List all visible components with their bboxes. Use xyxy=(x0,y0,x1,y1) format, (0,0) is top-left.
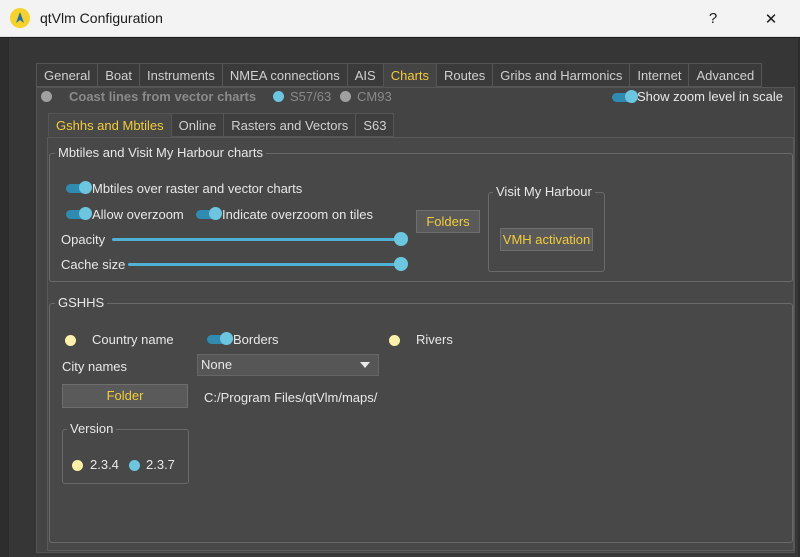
folder-path: C:/Program Files/qtVlm/maps/ xyxy=(204,390,378,405)
s5763-radio[interactable] xyxy=(273,88,284,103)
version-radio-234[interactable] xyxy=(72,457,83,472)
version-radio-237-dot xyxy=(129,460,140,472)
tab-boat[interactable]: Boat xyxy=(97,63,139,87)
qtvlm-app-icon xyxy=(10,8,30,28)
coast-lines-label: Coast lines from vector charts xyxy=(69,89,257,104)
opacity-slider-handle[interactable] xyxy=(394,232,408,246)
vmh-group: Visit My Harbour VMH activation xyxy=(488,184,605,272)
city-names-label: City names xyxy=(62,359,128,374)
tab-gribs-and-harmonics[interactable]: Gribs and Harmonics xyxy=(492,63,630,87)
cache-size-slider-handle[interactable] xyxy=(394,257,408,271)
indicate-overzoom-toggle[interactable] xyxy=(196,206,222,221)
dialog-body: General Boat Instruments NMEA connection… xyxy=(0,38,800,557)
dialog-inner: General Boat Instruments NMEA connection… xyxy=(8,38,798,557)
tab-nmea-connections[interactable]: NMEA connections xyxy=(221,63,347,87)
version-label-237: 2.3.7 xyxy=(146,457,175,472)
mbtiles-over-raster-toggle[interactable] xyxy=(66,180,92,195)
rivers-radio-dot xyxy=(389,335,400,347)
borders-toggle[interactable] xyxy=(207,331,233,346)
cm93-radio[interactable] xyxy=(340,88,351,103)
mbtiles-group-title: Mbtiles and Visit My Harbour charts xyxy=(55,145,266,160)
opacity-slider[interactable] xyxy=(112,238,402,241)
tab-ais[interactable]: AIS xyxy=(346,63,383,87)
mbtiles-over-raster-label: Mbtiles over raster and vector charts xyxy=(92,181,303,196)
mbtiles-group: Mbtiles and Visit My Harbour charts Mbti… xyxy=(49,145,793,282)
indicate-overzoom-toggle-switch xyxy=(196,207,222,221)
help-button[interactable]: ? xyxy=(690,0,736,37)
city-names-value: None xyxy=(201,357,233,372)
cm93-radio-dot xyxy=(340,91,351,103)
gshhs-group: GSHHS Country name Borders Rivers City n… xyxy=(49,295,793,543)
window-title: qtVlm Configuration xyxy=(40,10,163,26)
main-tab-bar: General Boat Instruments NMEA connection… xyxy=(36,63,763,87)
allow-overzoom-label: Allow overzoom xyxy=(92,207,184,222)
version-label-234: 2.3.4 xyxy=(90,457,119,472)
version-group-title: Version xyxy=(67,421,117,436)
chevron-down-icon xyxy=(360,362,370,368)
mbtiles-over-raster-toggle-switch xyxy=(66,181,92,195)
s5763-radio-dot xyxy=(273,91,284,103)
country-name-label: Country name xyxy=(92,332,174,347)
version-radio-237[interactable] xyxy=(129,457,140,472)
indicate-overzoom-label: Indicate overzoom on tiles xyxy=(222,207,374,222)
charts-sub-tab-bar: Gshhs and Mbtiles Online Rasters and Vec… xyxy=(48,113,395,137)
borders-toggle-switch xyxy=(207,332,233,346)
cache-size-slider[interactable] xyxy=(128,263,402,266)
allow-overzoom-toggle-switch xyxy=(66,207,92,221)
close-button[interactable]: ✕ xyxy=(748,0,794,37)
city-names-select[interactable]: None xyxy=(197,354,379,376)
coast-lines-radio-dot xyxy=(41,91,52,103)
borders-label: Borders xyxy=(233,332,279,347)
tab-advanced[interactable]: Advanced xyxy=(688,63,763,87)
charts-page: Coast lines from vector charts S57/63 CM… xyxy=(36,87,795,553)
tab-instruments[interactable]: Instruments xyxy=(139,63,222,87)
subtab-s63[interactable]: S63 xyxy=(355,113,395,137)
coast-lines-radio[interactable] xyxy=(41,88,52,103)
folders-button[interactable]: Folders xyxy=(416,210,480,233)
rivers-label: Rivers xyxy=(416,332,453,347)
tab-internet[interactable]: Internet xyxy=(629,63,689,87)
subtab-online[interactable]: Online xyxy=(170,113,224,137)
cm93-label: CM93 xyxy=(357,89,392,104)
vmh-activation-button[interactable]: VMH activation xyxy=(500,228,593,251)
title-bar: qtVlm Configuration ? ✕ xyxy=(0,0,800,37)
zoom-level-toggle[interactable] xyxy=(612,89,638,104)
tab-charts[interactable]: Charts xyxy=(382,63,437,87)
country-name-radio-dot xyxy=(65,335,76,347)
subtab-rasters-and-vectors[interactable]: Rasters and Vectors xyxy=(223,113,356,137)
cache-size-label: Cache size xyxy=(61,257,126,272)
rivers-radio[interactable] xyxy=(389,332,400,347)
opacity-label: Opacity xyxy=(61,232,106,247)
subtab-gshhs-and-mbtiles[interactable]: Gshhs and Mbtiles xyxy=(48,113,171,137)
version-radio-234-dot xyxy=(72,460,83,472)
vmh-group-title: Visit My Harbour xyxy=(493,184,595,199)
allow-overzoom-toggle[interactable] xyxy=(66,206,92,221)
country-name-radio[interactable] xyxy=(65,332,76,347)
version-group: Version 2.3.4 2.3.7 xyxy=(62,421,189,484)
tab-general[interactable]: General xyxy=(36,63,98,87)
tab-routes[interactable]: Routes xyxy=(436,63,493,87)
gshhs-mbtiles-page: Mbtiles and Visit My Harbour charts Mbti… xyxy=(47,137,794,551)
zoom-level-label: Show zoom level in scale xyxy=(637,89,783,104)
gshhs-group-title: GSHHS xyxy=(55,295,108,310)
folder-button[interactable]: Folder xyxy=(62,384,188,408)
zoom-level-toggle-switch xyxy=(612,90,638,104)
s5763-label: S57/63 xyxy=(290,89,332,104)
